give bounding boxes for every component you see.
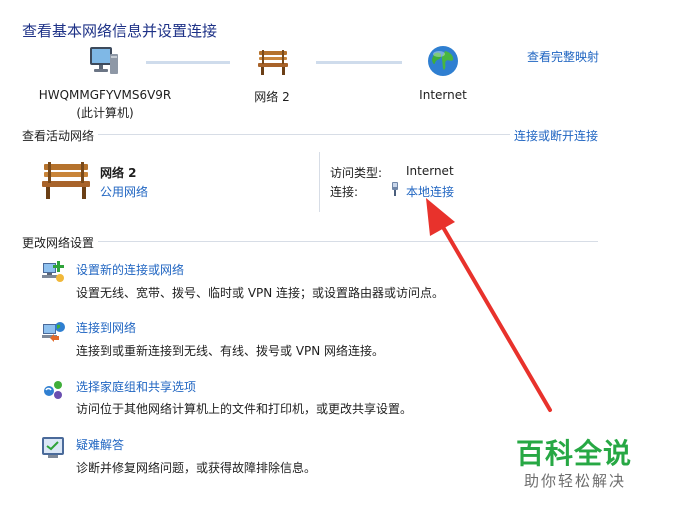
watermark-title: 百科全说 — [516, 437, 633, 470]
watermark-subtitle: 助你轻松解决 — [524, 472, 627, 490]
